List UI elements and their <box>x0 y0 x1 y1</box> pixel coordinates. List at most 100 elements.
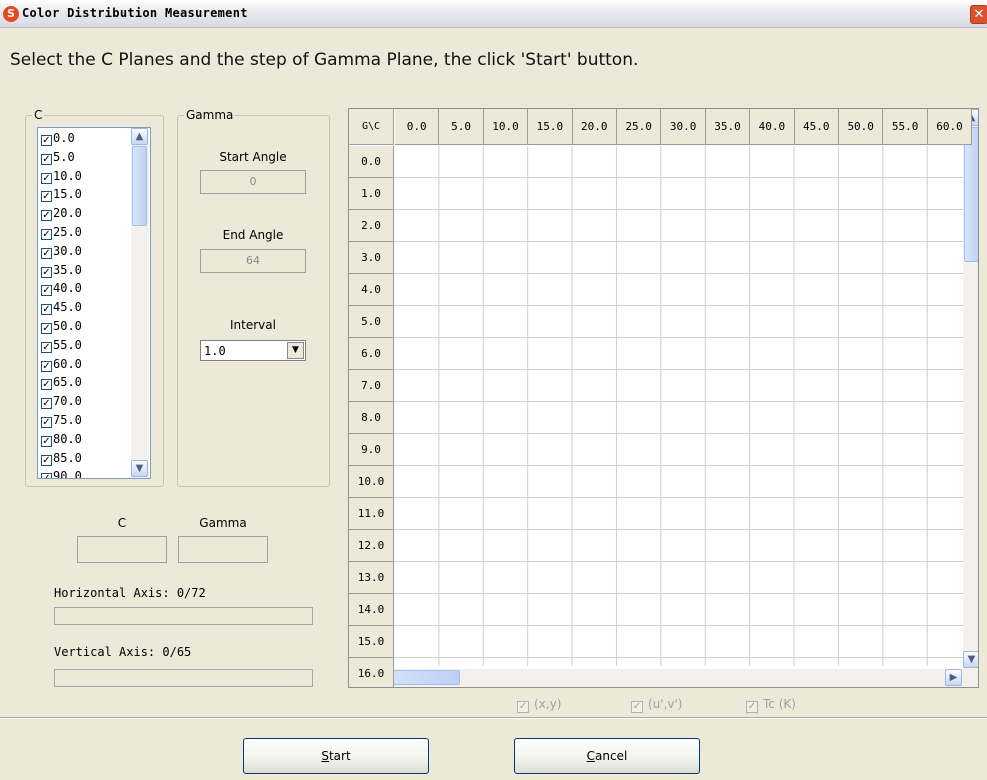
scroll-down-icon[interactable]: ▼ <box>963 651 978 668</box>
c-plane-item[interactable]: ✓ 0.0 <box>41 131 75 149</box>
checkbox-icon[interactable]: ✓ <box>41 341 52 353</box>
c-plane-item[interactable]: ✓ 45.0 <box>41 300 82 318</box>
c-plane-value: 0.0 <box>53 131 75 145</box>
column-header: 10.0 <box>483 109 529 145</box>
c-group-label: C <box>32 108 45 122</box>
c-list-scrollbar[interactable]: ▲ ▼ <box>131 128 149 478</box>
c-plane-item[interactable]: ✓ 35.0 <box>41 263 82 281</box>
checkbox-icon[interactable]: ✓ <box>41 210 52 222</box>
current-gamma-label: Gamma <box>199 516 247 530</box>
column-header: 15.0 <box>528 109 573 145</box>
column-header: 0.0 <box>395 109 440 145</box>
checkbox-icon[interactable]: ✓ <box>41 323 52 334</box>
c-plane-value: 40.0 <box>53 281 82 296</box>
c-plane-value: 30.0 <box>53 243 82 258</box>
vertical-axis-label: Vertical Axis: 0/65 <box>54 645 192 659</box>
checkbox-icon[interactable]: ✓ <box>41 172 52 184</box>
c-plane-item[interactable]: ✓ 25.0 <box>41 225 82 243</box>
checkbox-icon[interactable]: ✓ <box>41 266 52 278</box>
app-logo-icon: S <box>3 6 19 22</box>
separator <box>0 717 987 719</box>
end-angle-field[interactable]: 64 <box>200 249 306 273</box>
c-plane-value: 25.0 <box>53 225 82 239</box>
row-header: 10.0 <box>349 466 394 498</box>
checkbox-icon[interactable]: ✓ <box>41 473 52 478</box>
cancel-button[interactable]: Cancel <box>514 738 700 774</box>
row-header: 8.0 <box>349 402 394 434</box>
checkbox-icon[interactable]: ✓ <box>41 435 52 447</box>
grid-vertical-scrollbar[interactable]: ▲ ▼ <box>963 109 978 669</box>
tc-option-label: Tc (K) <box>763 697 796 711</box>
column-header: 55.0 <box>883 109 928 145</box>
c-plane-item[interactable]: ✓ 55.0 <box>41 338 82 356</box>
c-plane-value: 80.0 <box>53 431 82 446</box>
scroll-up-icon[interactable]: ▲ <box>131 128 148 145</box>
c-plane-item[interactable]: ✓ 80.0 <box>41 432 82 450</box>
c-plane-value: 10.0 <box>53 168 82 183</box>
checkbox-icon[interactable]: ✓ <box>41 379 52 391</box>
c-plane-value: 35.0 <box>53 262 82 277</box>
c-plane-item[interactable]: ✓ 15.0 <box>41 187 82 205</box>
vertical-progress-bar <box>54 669 313 687</box>
checkbox-icon[interactable]: ✓ <box>41 360 52 372</box>
measurement-grid[interactable]: G\C ▲ ▼ ◀ ▶ 0.05.010.015.020.025.030.035… <box>348 108 979 688</box>
close-button[interactable]: ✕ <box>970 5 987 24</box>
chevron-down-icon[interactable]: ▼ <box>287 342 304 359</box>
c-plane-item[interactable]: ✓ 10.0 <box>41 169 82 187</box>
current-c-label: C <box>117 516 127 530</box>
xy-option[interactable]: ✓ (x,y) <box>517 697 561 713</box>
c-plane-item[interactable]: ✓ 70.0 <box>41 394 82 412</box>
c-plane-list[interactable]: ✓ 90.0 ✓ 85.0 ✓ 80.0 ✓ 75.0 ✓ 70.0 ✓ 65.0 ✓ 60.0 ✓ 55.0… <box>37 127 151 479</box>
cancel-mnemonic: C <box>586 749 596 763</box>
checkbox-icon[interactable]: ✓ <box>41 191 52 203</box>
row-header: 7.0 <box>349 370 394 402</box>
row-header: 3.0 <box>349 242 394 274</box>
checkbox-icon[interactable]: ✓ <box>41 153 52 165</box>
start-angle-field[interactable]: 0 <box>200 170 306 194</box>
c-plane-item[interactable]: ✓ 30.0 <box>41 244 82 262</box>
scroll-thumb[interactable] <box>132 146 147 226</box>
c-plane-item[interactable]: ✓ 90.0 <box>41 469 82 478</box>
grid-vertical-thumb[interactable] <box>964 127 978 262</box>
uv-option[interactable]: ✓ (u',v') <box>631 697 682 713</box>
start-mnemonic: S <box>321 749 329 763</box>
c-plane-item[interactable]: ✓ 65.0 <box>41 375 82 393</box>
title-bar[interactable]: S Color Distribution Measurement ✕ <box>0 0 987 28</box>
row-header: 16.0 <box>349 658 394 687</box>
row-header: 0.0 <box>349 146 394 178</box>
c-plane-value: 50.0 <box>53 319 82 333</box>
c-plane-item[interactable]: ✓ 85.0 <box>41 451 82 469</box>
checkbox-icon[interactable]: ✓ <box>41 135 52 146</box>
tc-option[interactable]: ✓ Tc (K) <box>746 697 796 713</box>
row-header: 11.0 <box>349 498 394 530</box>
checkbox-icon[interactable]: ✓ <box>41 304 52 316</box>
grid-horizontal-scrollbar[interactable]: ◀ ▶ <box>349 669 978 687</box>
start-button[interactable]: Start <box>243 738 429 774</box>
scroll-down-icon[interactable]: ▼ <box>131 460 148 477</box>
row-header: 6.0 <box>349 338 394 370</box>
c-plane-item[interactable]: ✓ 40.0 <box>41 281 82 299</box>
c-plane-item[interactable]: ✓ 60.0 <box>41 357 82 375</box>
checkbox-icon[interactable]: ✓ <box>41 398 52 410</box>
c-plane-item[interactable]: ✓ 5.0 <box>41 150 75 168</box>
checkbox-icon[interactable]: ✓ <box>41 285 52 297</box>
row-header: 2.0 <box>349 210 394 242</box>
interval-select[interactable]: 1.0 ▼ <box>200 340 306 361</box>
grid-cells[interactable] <box>395 146 965 666</box>
column-header: 50.0 <box>839 109 884 145</box>
c-plane-value: 60.0 <box>53 356 82 371</box>
gamma-group-label: Gamma <box>184 108 236 122</box>
checkbox-icon[interactable]: ✓ <box>41 229 52 240</box>
c-plane-item[interactable]: ✓ 75.0 <box>41 413 82 431</box>
checkbox-icon[interactable]: ✓ <box>41 247 52 259</box>
row-header: 4.0 <box>349 274 394 306</box>
c-plane-value: 85.0 <box>53 450 82 465</box>
checkbox-icon[interactable]: ✓ <box>41 454 52 466</box>
c-plane-item[interactable]: ✓ 20.0 <box>41 206 82 224</box>
checkbox-icon[interactable]: ✓ <box>41 417 52 428</box>
c-plane-item[interactable]: ✓ 50.0 <box>41 319 82 337</box>
column-header: 20.0 <box>572 109 617 145</box>
current-c-field <box>77 536 167 563</box>
row-header: 9.0 <box>349 434 394 466</box>
scroll-right-icon[interactable]: ▶ <box>945 669 962 686</box>
